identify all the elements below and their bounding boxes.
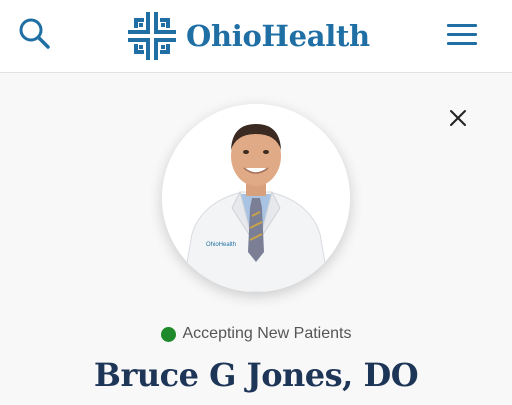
ohiohealth-logo-icon <box>128 12 176 60</box>
close-icon <box>450 110 466 126</box>
accepting-patients-status: Accepting New Patients <box>0 325 512 343</box>
doctor-photo: OhioHealth <box>162 104 350 292</box>
ohiohealth-logo[interactable]: OhioHealth <box>124 8 370 64</box>
doctor-portrait: OhioHealth <box>162 104 350 292</box>
logo-wordmark: OhioHealth <box>186 19 370 53</box>
coat-logo-text: OhioHealth <box>206 242 236 248</box>
doctor-name: Bruce G Jones, DO <box>93 356 419 394</box>
search-button[interactable] <box>16 15 54 53</box>
close-button[interactable] <box>446 106 470 130</box>
hamburger-menu-icon <box>447 24 477 27</box>
hamburger-menu-icon-line <box>447 42 477 45</box>
site-header: OhioHealth <box>0 0 512 73</box>
status-text: Accepting New Patients <box>182 325 352 342</box>
status-indicator-icon <box>160 326 176 342</box>
menu-button[interactable] <box>447 22 479 48</box>
hamburger-menu-icon-line <box>447 33 477 36</box>
search-icon <box>19 18 50 49</box>
